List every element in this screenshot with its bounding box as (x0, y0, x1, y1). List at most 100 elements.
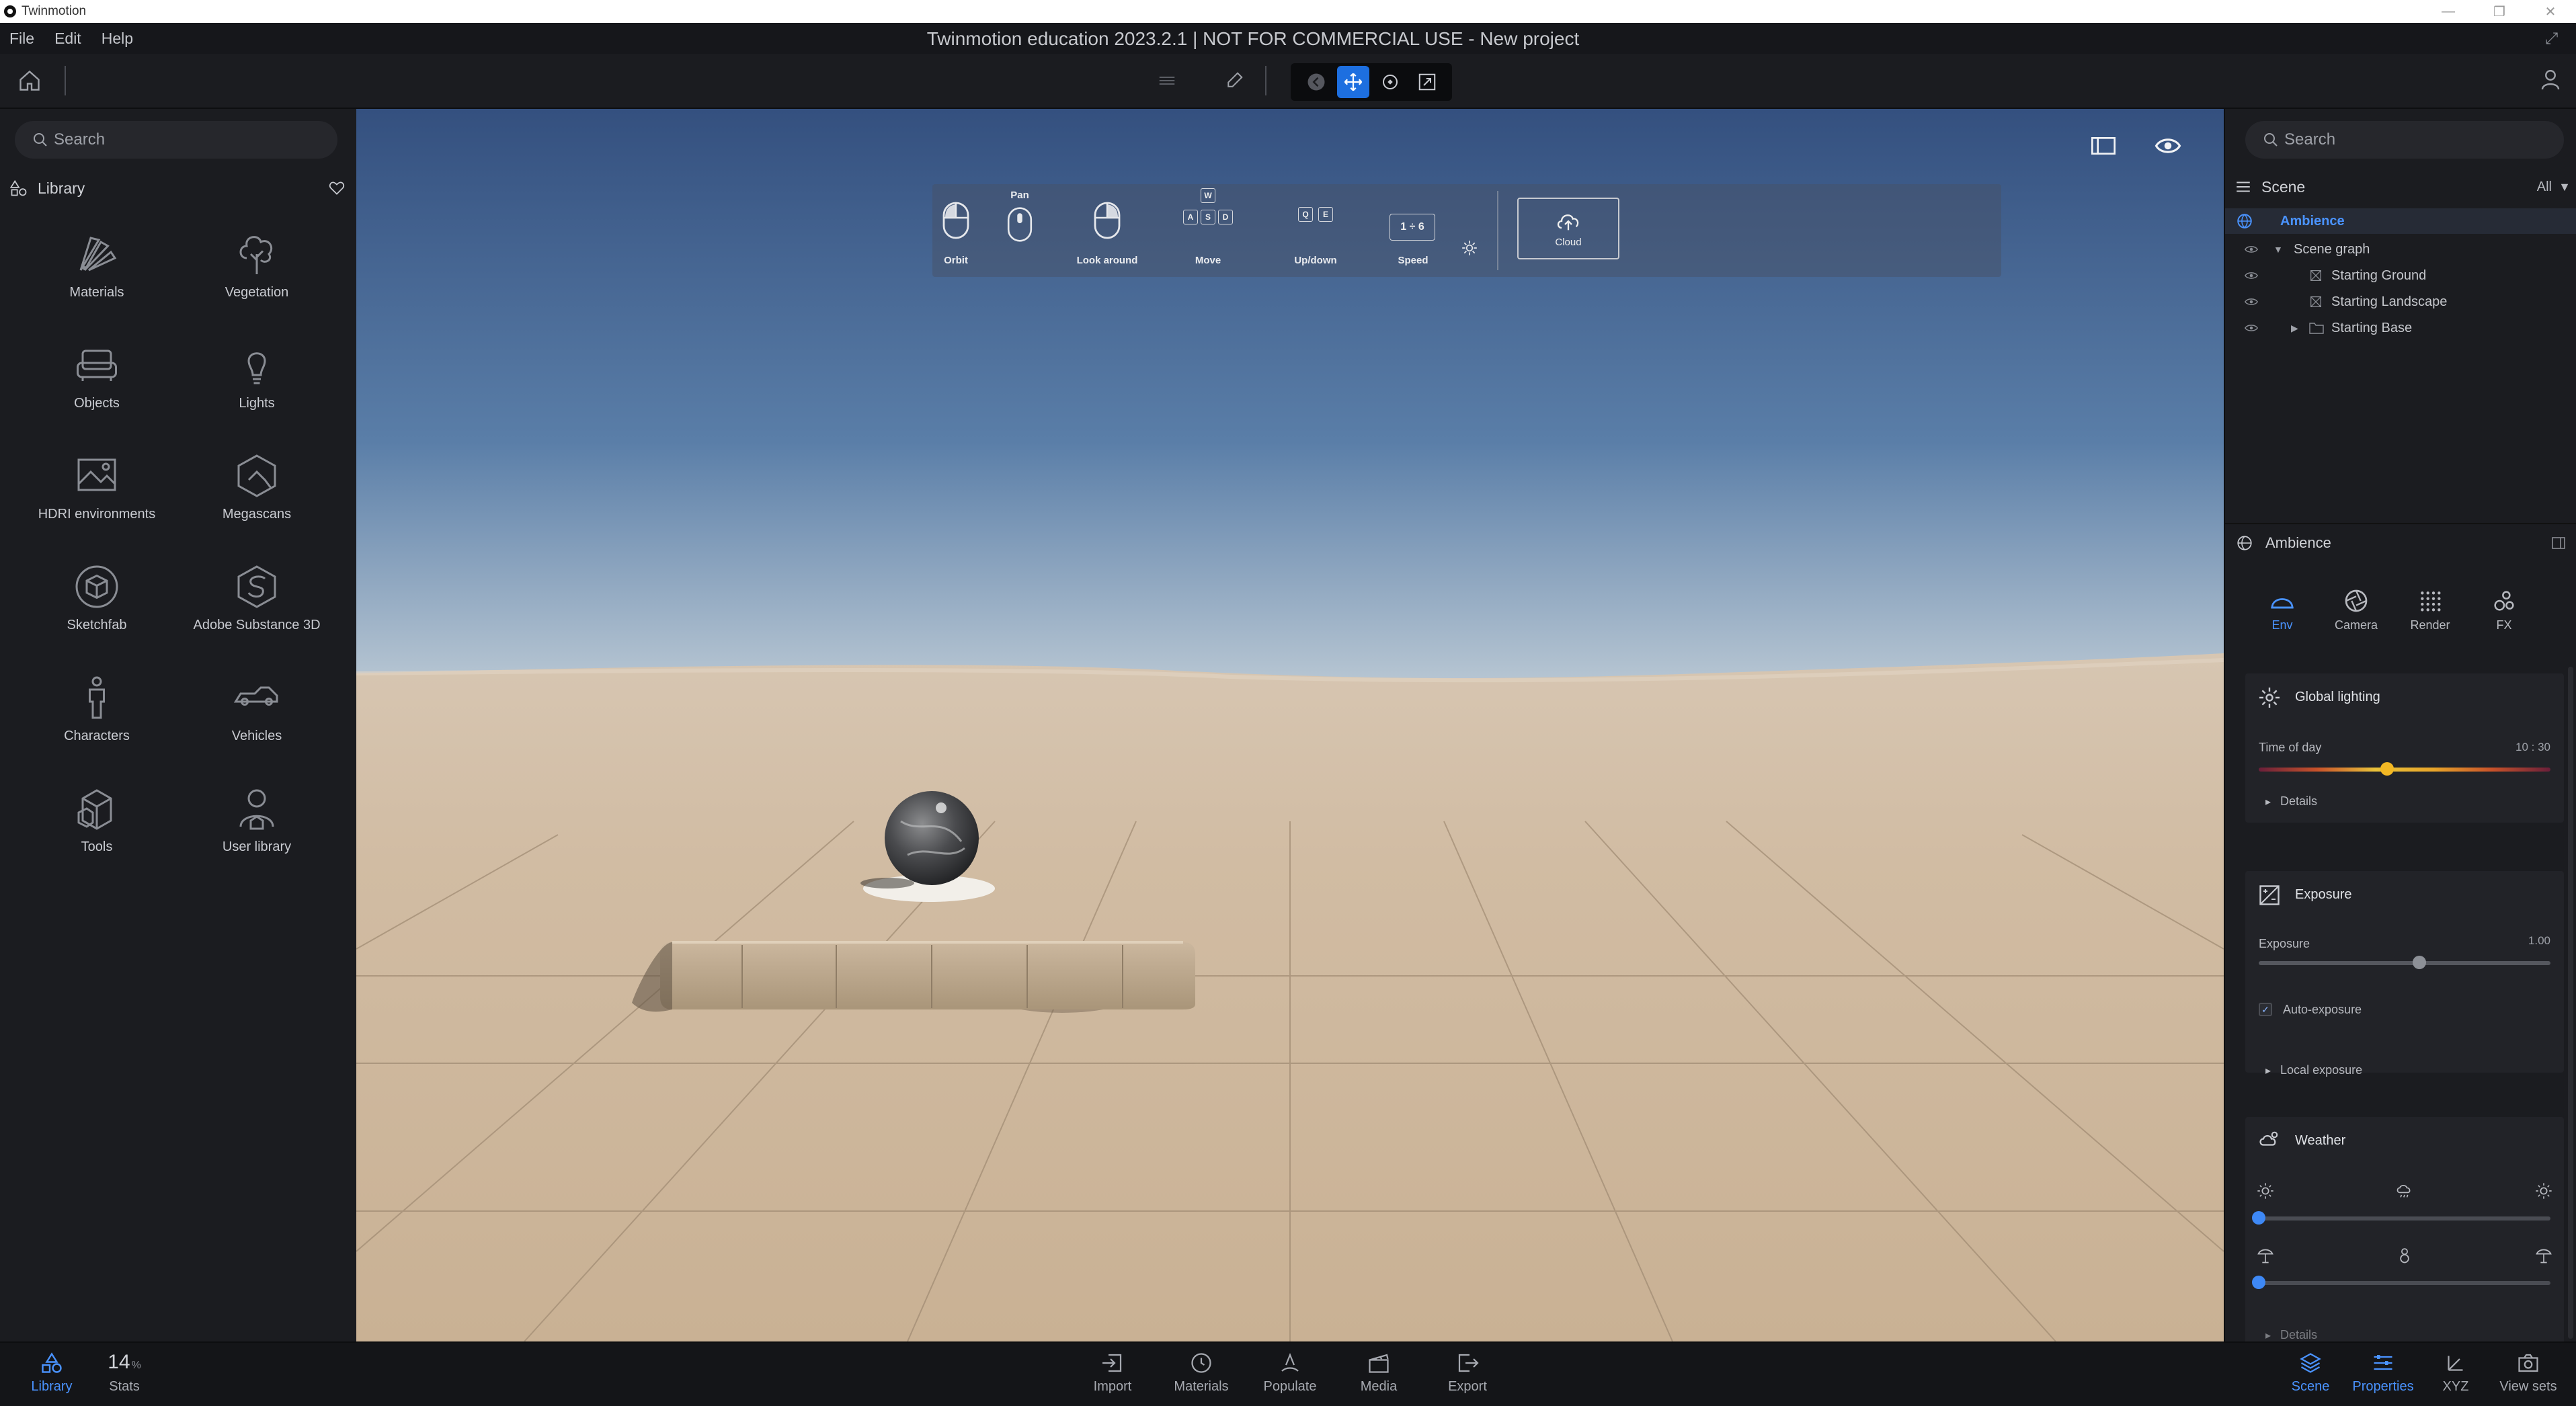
dock-populate-button[interactable]: Populate (1253, 1351, 1327, 1405)
library-item-user-library[interactable]: User library (176, 778, 337, 885)
3d-viewport[interactable]: Orbit Pan Look around W A S D Move Q E U… (356, 109, 2224, 1341)
dock-import-button[interactable]: Import (1076, 1351, 1150, 1405)
dock-media-button[interactable]: Media (1342, 1351, 1416, 1405)
dock-library-button[interactable]: Library (15, 1351, 89, 1405)
export-icon (1458, 1354, 1479, 1372)
time-of-day-slider[interactable] (2259, 762, 2550, 776)
eyedropper-icon[interactable] (1221, 67, 1248, 94)
scene-filter-dropdown[interactable]: All (2537, 179, 2552, 195)
library-item-megascans[interactable]: Megascans (176, 445, 337, 552)
library-item-hdri[interactable]: HDRI environments (16, 445, 177, 552)
dock-scene-button[interactable]: Scene (2273, 1351, 2347, 1405)
import-icon (1102, 1354, 1122, 1372)
close-icon[interactable]: ✕ (2525, 0, 2576, 23)
key-q: Q (1298, 207, 1313, 222)
tree-row-starting-ground[interactable]: Starting Ground (2225, 263, 2576, 288)
navigation-mode-group (1291, 63, 1452, 101)
library-item-lights[interactable]: Lights (176, 334, 337, 442)
weather-slider[interactable] (2252, 1211, 2550, 1225)
back-arrow-icon[interactable] (1300, 66, 1332, 98)
navigation-help-overlay: Orbit Pan Look around W A S D Move Q E U… (932, 184, 2001, 277)
layers-icon[interactable] (1154, 67, 1180, 94)
library-item-label: HDRI environments (38, 507, 156, 522)
library-item-vegetation[interactable]: Vegetation (176, 223, 337, 331)
tree-row-scene-graph[interactable]: ▼ Scene graph (2225, 237, 2576, 262)
ambience-globe-icon (2237, 536, 2252, 550)
ambience-title: Ambience (2265, 534, 2331, 551)
weather-details-toggle[interactable]: Details (2265, 1328, 2317, 1342)
tree-row-ambience[interactable]: Ambience (2225, 208, 2576, 234)
visibility-eye-icon[interactable] (2151, 129, 2185, 163)
properties-scrollbar[interactable] (2568, 667, 2573, 1339)
sketchfab-icon (75, 565, 118, 608)
tree-row-starting-base[interactable]: ▶ Starting Base (2225, 315, 2576, 341)
dock-export-button[interactable]: Export (1431, 1351, 1504, 1405)
auto-exposure-checkbox[interactable]: ✓ (2259, 1003, 2272, 1016)
library-item-substance[interactable]: Adobe Substance 3D (176, 556, 337, 663)
library-search-input[interactable]: Search (15, 121, 337, 159)
tab-render[interactable]: Render (2400, 587, 2460, 645)
dock-stats-button[interactable]: 14% Stats (87, 1351, 161, 1405)
dock-label: View sets (2499, 1379, 2557, 1394)
tab-label: Camera (2334, 618, 2378, 632)
library-item-sketchfab[interactable]: Sketchfab (16, 556, 177, 663)
expand-down-icon[interactable]: ▼ (2273, 244, 2283, 255)
restore-icon[interactable]: ❐ (2474, 0, 2525, 23)
global-lighting-details-toggle[interactable]: Details (2265, 794, 2317, 809)
visibility-eye-icon[interactable] (2244, 242, 2259, 257)
toolbar-separator (1265, 66, 1266, 95)
updown-label: Up/down (1294, 255, 1337, 266)
library-item-objects[interactable]: Objects (16, 334, 177, 442)
user-account-icon[interactable] (2538, 67, 2563, 91)
tab-camera[interactable]: Camera (2326, 587, 2386, 645)
dock-materials-button[interactable]: Materials (1164, 1351, 1238, 1405)
dock-xyz-button[interactable]: XYZ (2419, 1351, 2493, 1405)
slider-knob[interactable] (2380, 762, 2394, 776)
home-icon[interactable] (17, 69, 42, 93)
move-gizmo-icon[interactable] (1336, 66, 1369, 98)
window-title: Twinmotion education 2023.2.1 | NOT FOR … (926, 28, 1580, 49)
pan-label: Pan (1010, 190, 1029, 201)
toggle-panels-icon[interactable] (2087, 129, 2120, 163)
library-item-vehicles[interactable]: Vehicles (176, 667, 337, 774)
visibility-eye-icon[interactable] (2244, 294, 2259, 309)
mesh-icon (2310, 270, 2321, 281)
favorite-heart-icon[interactable] (328, 179, 346, 197)
navigation-settings-gear-icon[interactable] (1461, 239, 1478, 257)
tree-row-starting-landscape[interactable]: Starting Landscape (2225, 289, 2576, 315)
exposure-slider[interactable] (2259, 956, 2550, 969)
fullscreen-icon[interactable]: ⤢ (2545, 30, 2563, 48)
chevron-down-icon[interactable]: ▼ (2559, 180, 2571, 194)
library-item-characters[interactable]: Characters (16, 667, 177, 774)
slider-knob[interactable] (2252, 1211, 2265, 1225)
scale-gizmo-icon[interactable] (1411, 66, 1443, 98)
library-item-label: Objects (74, 396, 120, 411)
scene-search-input[interactable]: Search (2245, 121, 2564, 159)
slider-knob[interactable] (2412, 956, 2426, 969)
rotate-gizmo-icon[interactable] (1374, 66, 1406, 98)
season-slider[interactable] (2252, 1276, 2550, 1289)
dock-properties-button[interactable]: Properties (2346, 1351, 2420, 1405)
scene-title: Scene (2261, 177, 2306, 196)
visibility-eye-icon[interactable] (2244, 321, 2259, 335)
hdri-icon (77, 458, 116, 491)
library-item-label: Vegetation (225, 285, 289, 300)
orbit-hint: Orbit (939, 184, 973, 277)
panel-toggle-icon[interactable] (2550, 535, 2567, 551)
visibility-eye-icon[interactable] (2244, 268, 2259, 283)
expand-right-icon[interactable]: ▶ (2291, 323, 2298, 334)
library-item-materials[interactable]: Materials (16, 223, 177, 331)
dock-view-sets-button[interactable]: View sets (2491, 1351, 2565, 1405)
slider-knob[interactable] (2252, 1276, 2265, 1289)
stats-unit: % (131, 1360, 141, 1371)
library-item-label: Vehicles (231, 729, 282, 743)
tab-fx[interactable]: FX (2474, 587, 2534, 645)
cloud-upload-icon (1557, 214, 1579, 230)
tab-env[interactable]: Env (2252, 587, 2312, 645)
minimize-icon[interactable]: — (2423, 0, 2474, 23)
local-exposure-toggle[interactable]: Local exposure (2265, 1063, 2362, 1077)
search-icon (2264, 133, 2278, 147)
mesh-icon (2310, 296, 2321, 307)
cloud-button[interactable]: Cloud (1517, 198, 1619, 259)
library-item-tools[interactable]: Tools (16, 778, 177, 885)
